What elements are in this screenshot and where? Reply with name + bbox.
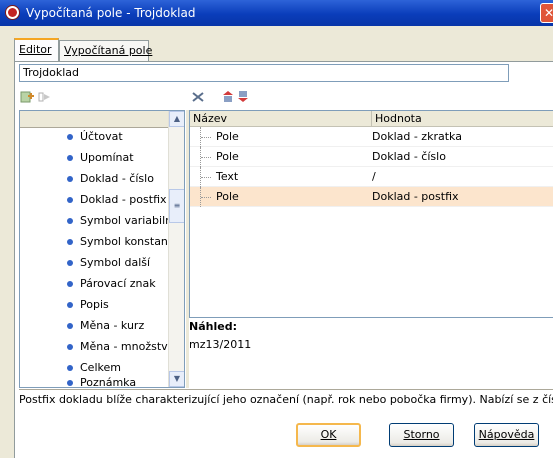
cancel-button-label: Storno	[403, 428, 440, 441]
ok-button-label: OK	[320, 428, 337, 441]
scroll-up-icon[interactable]: ▲	[169, 111, 184, 127]
tree-line	[200, 147, 211, 167]
tab-calculated-fields[interactable]: Vypočítaná pole	[59, 40, 153, 62]
list-item-label: Poznámka	[80, 376, 137, 388]
column-header-name[interactable]: Název	[190, 111, 372, 127]
field-list-header	[20, 111, 168, 128]
preview-value: mz13/2011	[189, 338, 252, 351]
list-item[interactable]: Poznámka	[20, 373, 168, 388]
table-row[interactable]: Pole Doklad - číslo	[190, 147, 553, 167]
list-item-label: Upomínat	[80, 151, 134, 164]
window-title: Vypočítaná pole - Trojdoklad	[26, 6, 196, 20]
insert-field-icon[interactable]	[38, 91, 52, 103]
bullet-icon	[67, 344, 73, 350]
scroll-thumb[interactable]: ≡	[169, 189, 184, 223]
tab-label: Editor	[19, 43, 52, 56]
cell-value: Doklad - postfix	[372, 190, 459, 203]
cell-name: Pole	[216, 150, 239, 163]
table-row[interactable]: Pole Doklad - zkratka	[190, 127, 553, 147]
bullet-icon	[67, 134, 73, 140]
bullet-icon	[67, 380, 73, 386]
list-item[interactable]: Párovací znak	[20, 274, 168, 294]
tree-line	[200, 127, 211, 147]
help-button[interactable]: Nápověda	[474, 423, 539, 447]
list-item-label: Symbol variabilní	[80, 214, 168, 227]
field-list-scrollbar[interactable]: ▲ ≡ ▼	[168, 111, 184, 387]
bullet-icon	[67, 176, 73, 182]
scroll-down-icon[interactable]: ▼	[169, 371, 184, 387]
status-hint: Postfix dokladu blíže charakterizující j…	[19, 389, 553, 410]
bullet-icon	[67, 155, 73, 161]
list-item[interactable]: Symbol další	[20, 253, 168, 273]
list-item[interactable]: Měna - kurz	[20, 316, 168, 336]
bullet-icon	[67, 365, 73, 371]
tree-line	[200, 167, 211, 187]
column-header-value[interactable]: Hodnota	[372, 111, 553, 127]
list-item-label: Doklad - postfix	[80, 193, 167, 206]
table-row[interactable]: Text /	[190, 167, 553, 187]
list-item-label: Symbol další	[80, 256, 151, 269]
bullet-icon	[67, 239, 73, 245]
ok-button[interactable]: OK	[296, 423, 361, 447]
title-bar: Vypočítaná pole - Trojdoklad ✕	[0, 0, 553, 26]
bullet-icon	[67, 260, 73, 266]
move-up-icon[interactable]	[221, 91, 235, 103]
help-button-label: Nápověda	[478, 428, 535, 441]
list-item[interactable]: Upomínat	[20, 148, 168, 168]
list-item-label: Symbol konstantní	[80, 235, 168, 248]
tab-editor[interactable]: Editor	[14, 38, 59, 62]
bullet-icon	[67, 302, 73, 308]
cell-name: Text	[216, 170, 239, 183]
field-list[interactable]: Účtovat Upomínat Doklad - číslo Doklad -…	[19, 110, 185, 388]
formula-grid[interactable]: Název Hodnota Pole Doklad - zkratka Pole…	[189, 110, 553, 318]
cell-name: Pole	[216, 190, 239, 203]
list-item[interactable]: Doklad - číslo	[20, 169, 168, 189]
list-item-label: Měna - množství	[80, 340, 168, 353]
list-item[interactable]: Symbol variabilní	[20, 211, 168, 231]
list-item-label: Párovací znak	[80, 277, 156, 290]
list-item[interactable]: Symbol konstantní	[20, 232, 168, 252]
list-item-label: Doklad - číslo	[80, 172, 154, 185]
bullet-icon	[67, 218, 73, 224]
cell-value: /	[372, 170, 376, 183]
cell-name: Pole	[216, 130, 239, 143]
cell-value: Doklad - zkratka	[372, 130, 462, 143]
delete-icon[interactable]	[191, 91, 205, 103]
name-input[interactable]: Trojdoklad	[19, 64, 509, 82]
list-item-label: Účtovat	[80, 130, 123, 143]
bullet-icon	[67, 281, 73, 287]
list-item[interactable]: Popis	[20, 295, 168, 315]
list-item-label: Měna - kurz	[80, 319, 145, 332]
list-item[interactable]: Doklad - postfix	[20, 190, 168, 210]
cell-value: Doklad - číslo	[372, 150, 446, 163]
close-icon[interactable]: ✕	[540, 3, 553, 23]
bullet-icon	[67, 197, 73, 203]
preview-label: Náhled:	[189, 320, 237, 333]
preview-panel: Náhled: mz13/2011	[189, 318, 553, 388]
table-row-selected[interactable]: Pole Doklad - postfix	[190, 187, 553, 207]
list-item[interactable]: Měna - množství	[20, 337, 168, 357]
list-item[interactable]: Účtovat	[20, 127, 168, 147]
bullet-icon	[67, 323, 73, 329]
cancel-button[interactable]: Storno	[389, 423, 454, 447]
list-item-label: Popis	[80, 298, 109, 311]
tab-label: Vypočítaná pole	[64, 44, 153, 57]
move-down-icon[interactable]	[236, 91, 250, 103]
add-field-icon[interactable]	[20, 91, 34, 103]
tree-line	[200, 187, 211, 207]
app-icon	[5, 5, 20, 20]
